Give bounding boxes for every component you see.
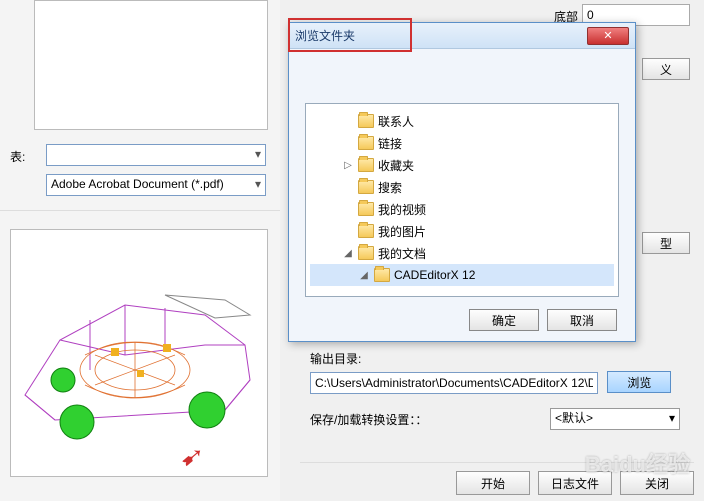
- tree-item[interactable]: ◢ CADEditorX 12: [310, 264, 614, 286]
- folder-icon: [358, 180, 374, 194]
- tree-item[interactable]: 联系人: [310, 110, 614, 132]
- ok-button[interactable]: 确定: [469, 309, 539, 331]
- folder-icon: [358, 246, 374, 260]
- tree-item[interactable]: 我的视频: [310, 198, 614, 220]
- folder-icon: [374, 268, 390, 282]
- tree-item[interactable]: 搜索: [310, 176, 614, 198]
- folder-icon: [358, 114, 374, 128]
- dialog-title: 浏览文件夹: [295, 27, 587, 44]
- folder-icon: [358, 158, 374, 172]
- xing-button[interactable]: 型: [642, 232, 690, 254]
- tree-item-label: 联系人: [378, 113, 414, 130]
- tree-item[interactable]: 链接: [310, 132, 614, 154]
- drawing-preview: [10, 229, 268, 477]
- tree-item-label: 收藏夹: [378, 157, 414, 174]
- expand-icon[interactable]: ◢: [342, 248, 354, 259]
- tree-item[interactable]: 我的图片: [310, 220, 614, 242]
- folder-icon: [358, 202, 374, 216]
- tree-item[interactable]: ▷ 收藏夹: [310, 154, 614, 176]
- tree-item[interactable]: ◢ 我的文档: [310, 242, 614, 264]
- expand-icon[interactable]: ◢: [358, 270, 370, 281]
- save-settings-label: 保存/加载转换设置：：: [310, 411, 427, 428]
- browse-button[interactable]: 浏览: [607, 371, 671, 393]
- tree-item-label: 搜索: [378, 179, 402, 196]
- dialog-titlebar[interactable]: 浏览文件夹 ✕: [289, 23, 635, 49]
- top-preview-pane: [34, 0, 268, 130]
- log-file-button[interactable]: 日志文件: [538, 471, 612, 495]
- tree-item-label: CADEditorX 12: [394, 268, 475, 282]
- table-select[interactable]: [46, 144, 266, 166]
- output-dir-label: 输出目录:: [310, 350, 680, 367]
- yi-button[interactable]: 义: [642, 58, 690, 80]
- folder-icon: [358, 136, 374, 150]
- table-label: 表:: [10, 148, 25, 165]
- tree-item-label: 我的视频: [378, 201, 426, 218]
- tree-item-label: 链接: [378, 135, 402, 152]
- browse-folder-dialog: 浏览文件夹 ✕ 联系人链接 ▷ 收藏夹搜索我的视频我的图片 ◢ 我的文档 ◢ CADEdit…: [288, 22, 636, 342]
- cancel-button[interactable]: 取消: [547, 309, 617, 331]
- save-settings-select[interactable]: <默认>: [550, 408, 680, 430]
- car-wireframe: [15, 260, 263, 450]
- expand-icon[interactable]: ▷: [342, 160, 354, 171]
- tree-item-label: 我的文档: [378, 245, 426, 262]
- folder-icon: [358, 224, 374, 238]
- tree-item-label: 我的图片: [378, 223, 426, 240]
- folder-tree[interactable]: 联系人链接 ▷ 收藏夹搜索我的视频我的图片 ◢ 我的文档 ◢ CADEditorX 12: [305, 103, 619, 297]
- format-value: Adobe Acrobat Document (*.pdf): [51, 177, 224, 191]
- save-settings-value: <默认>: [555, 411, 593, 425]
- output-dir-input[interactable]: [310, 372, 598, 394]
- format-select[interactable]: Adobe Acrobat Document (*.pdf) ▾: [46, 174, 266, 196]
- start-button[interactable]: 开始: [456, 471, 530, 495]
- chevron-down-icon: ▾: [255, 177, 261, 191]
- close-button[interactable]: 关闭: [620, 471, 694, 495]
- close-icon[interactable]: ✕: [587, 27, 629, 45]
